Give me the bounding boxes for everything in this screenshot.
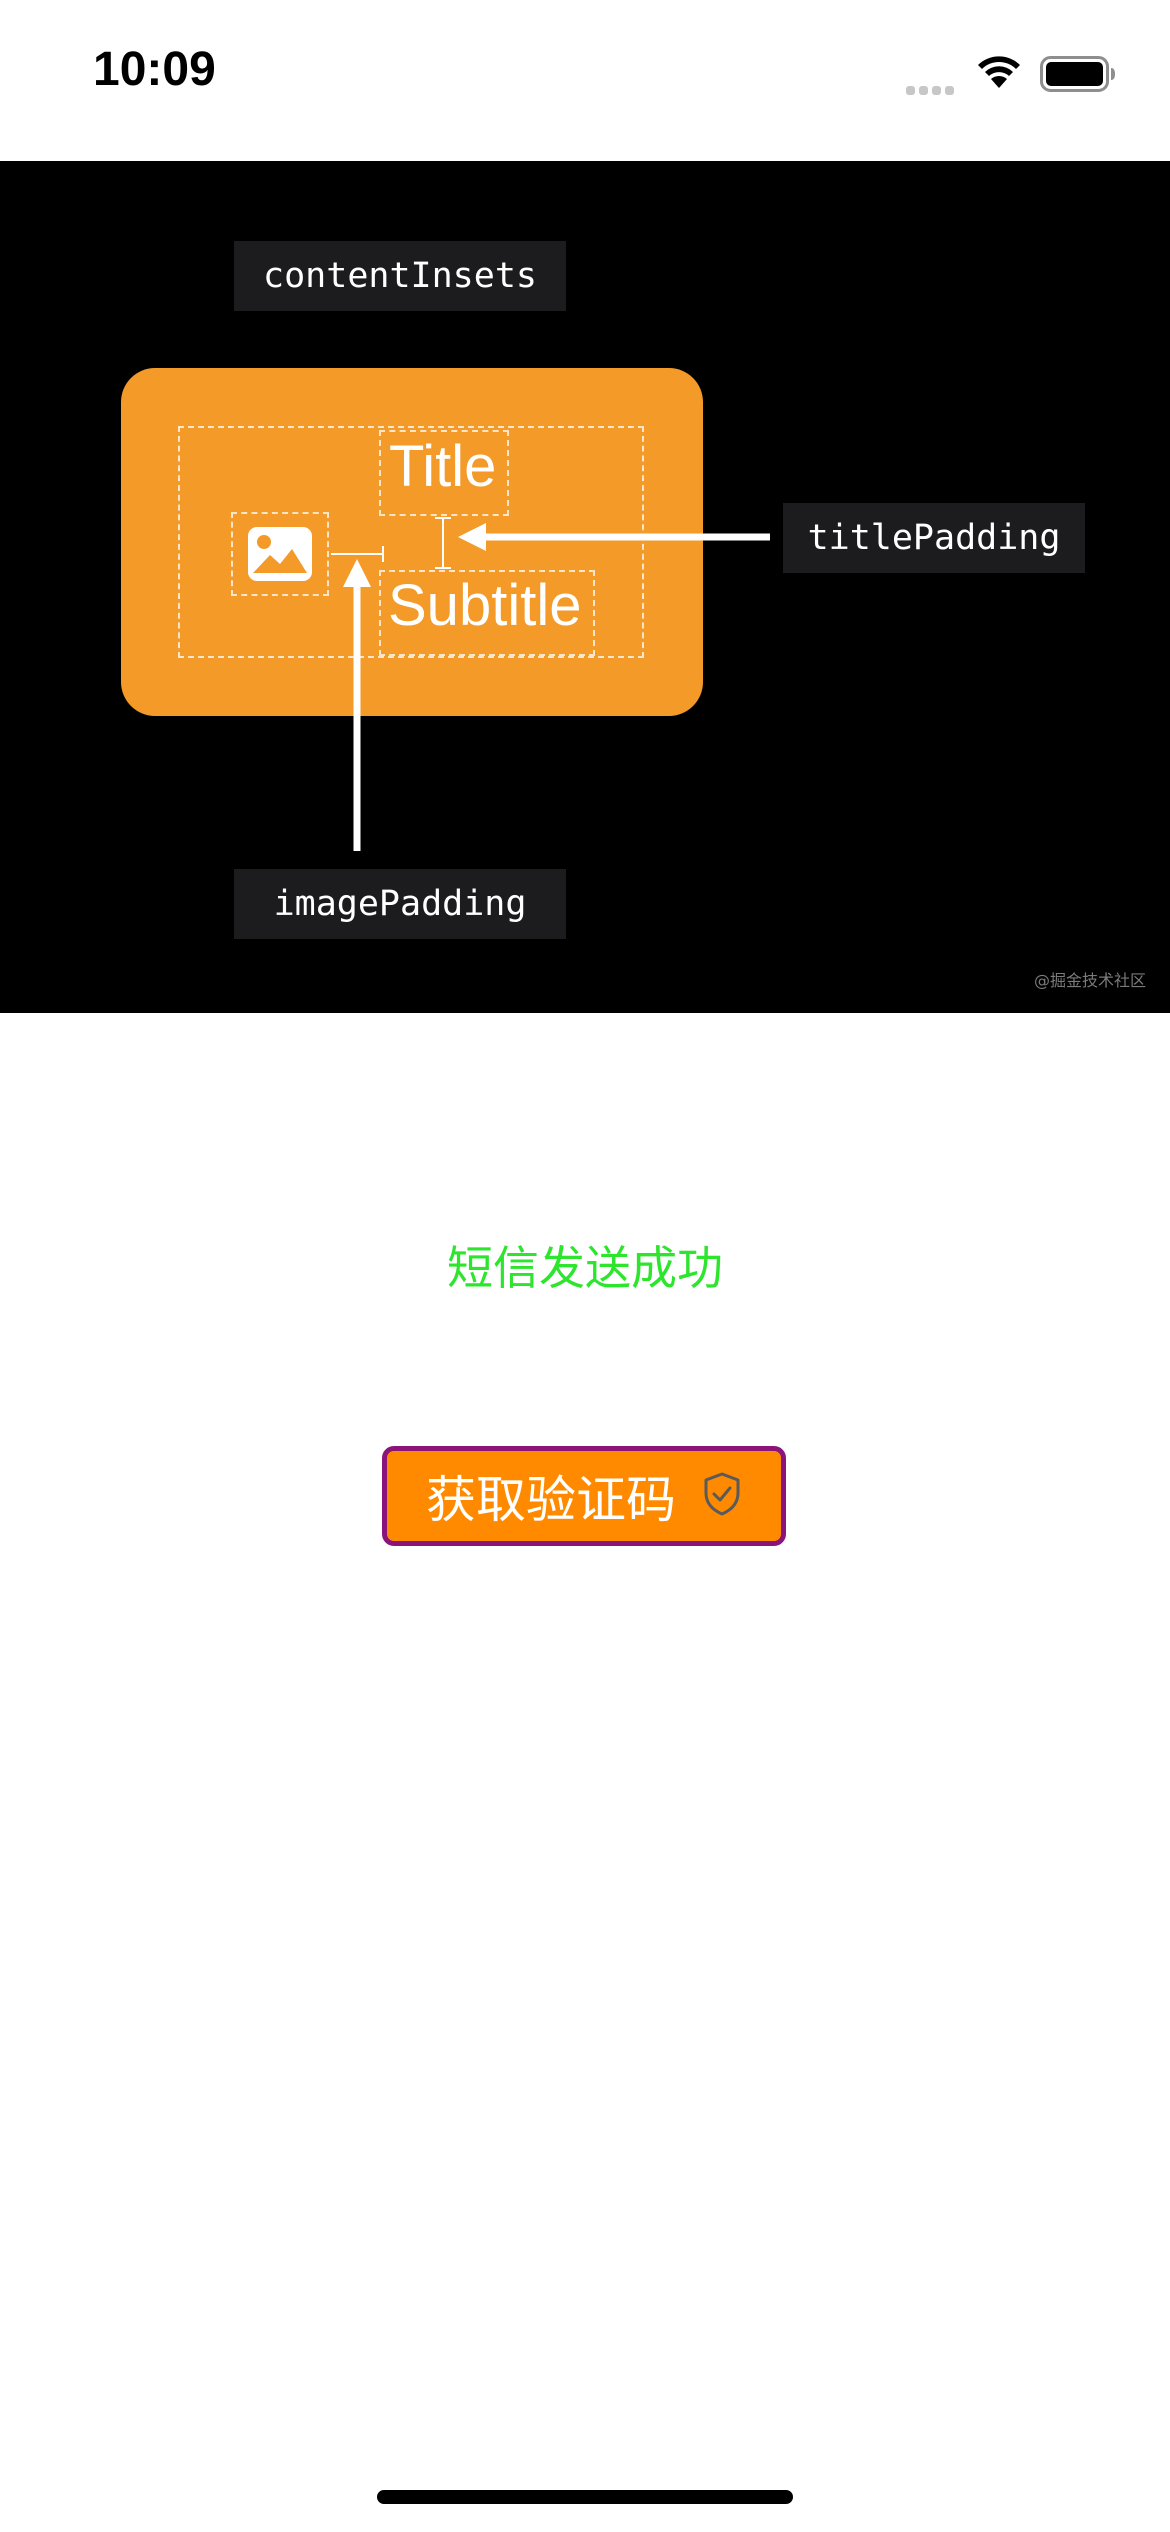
status-time: 10:09 — [93, 43, 216, 96]
content-insets-diagram-image: contentInsets Title Subtitle titlePaddin… — [0, 161, 1170, 1013]
watermark: @掘金技术社区 — [1033, 971, 1146, 990]
image-padding-label: imagePadding — [234, 869, 566, 939]
sms-status-label: 短信发送成功 — [447, 1241, 723, 1295]
pointer-arrows — [343, 523, 770, 851]
get-verification-code-button[interactable]: 获取验证码 — [382, 1446, 786, 1546]
shield-check-icon — [702, 1471, 742, 1521]
wifi-icon — [972, 50, 1026, 94]
cellular-signal-icon — [906, 80, 958, 99]
battery-icon — [1040, 56, 1116, 96]
title-padding-label: titlePadding — [783, 503, 1085, 573]
home-indicator[interactable] — [377, 2490, 793, 2504]
status-bar: 10:09 — [0, 0, 1170, 161]
verify-button-label: 获取验证码 — [426, 1471, 676, 1529]
